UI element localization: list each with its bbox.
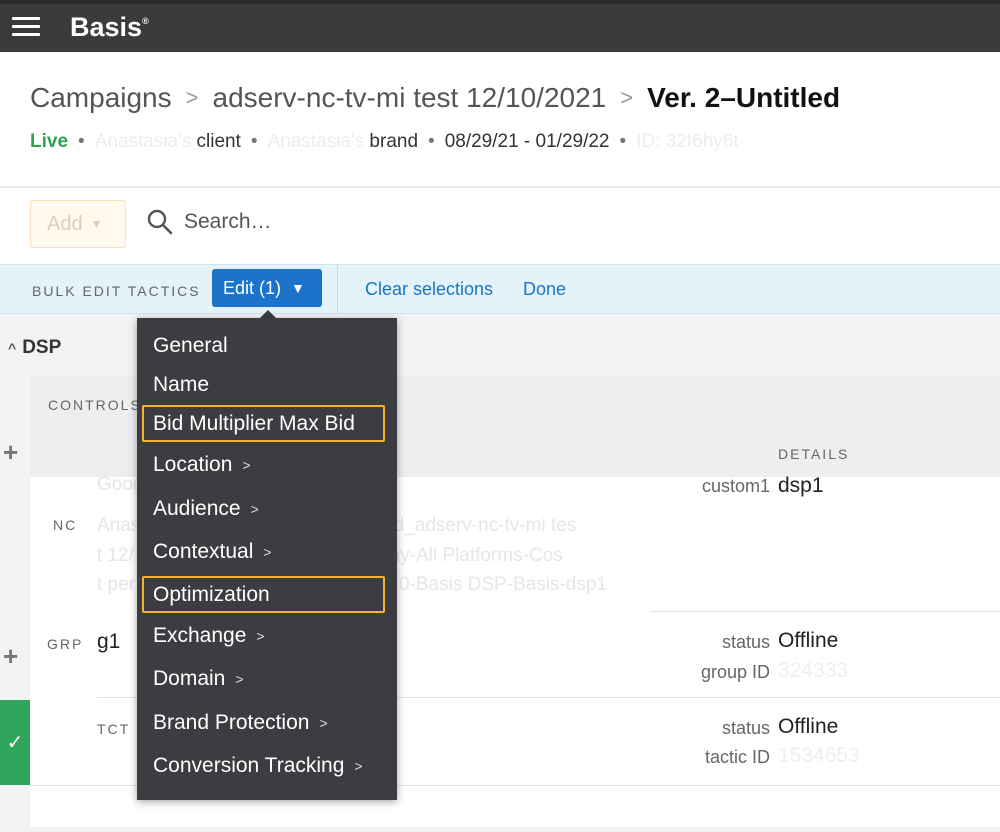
menu-item-brand-protection[interactable]: Brand Protection > [153,711,328,735]
caret-down-icon: ▼ [291,280,305,296]
section-title: DSP [22,337,62,358]
menu-item-exchange[interactable]: Exchange > [153,624,265,648]
menu-item-general[interactable]: General [153,334,228,358]
search-box[interactable] [146,208,484,236]
menu-item-label: Domain [153,667,226,690]
chevron-right-icon: > [242,457,251,473]
tactic-status-value: Offline [778,715,839,738]
top-bar: Basis® [0,0,1000,52]
group-status-label: status [721,632,770,652]
campaign-meta: Live • Anastasia's client • Anastasia's … [30,130,739,154]
done-link[interactable]: Done [523,279,566,300]
plus-icon[interactable]: + [3,437,18,468]
group-id-value: 324333 [778,659,849,682]
search-input[interactable] [184,210,484,234]
edit-button-label: Edit (1) [223,277,282,298]
chevron-right-icon: > [250,501,259,517]
menu-item-optimization[interactable]: Optimization [153,583,270,607]
date-range: 08/29/21 - 01/29/22 [444,131,610,152]
menu-icon[interactable] [12,17,40,39]
row-type-grp: GRP [47,636,84,652]
group-name[interactable]: g1 [97,630,120,654]
menu-item-label: Brand Protection [153,711,310,734]
menu-item-label: Exchange [153,624,247,647]
custom1-label: custom1 [701,476,770,496]
add-button[interactable]: Add ▼ [30,200,126,248]
separator-dot: • [250,131,258,152]
row-type-nc: NC [53,517,78,533]
menu-item-domain[interactable]: Domain > [153,667,244,691]
bulk-edit-bar: BULK EDIT TACTICS [0,264,1000,314]
separator-dot: • [428,131,435,152]
menu-item-label: Contextual [153,540,254,563]
tactic-status-label: status [721,718,770,738]
campaign-id: ID: 32t6hy6t [636,131,739,152]
edit-dropdown-button[interactable]: Edit (1) ▼ [212,269,322,307]
client-name: Anastasia's [94,131,192,152]
chevron-right-icon: > [185,85,199,110]
row-type-tct: TCT [97,721,131,737]
chevron-up-icon[interactable]: ^ [8,340,16,356]
menu-item-label: Optimization [153,583,270,606]
clear-selections-link[interactable]: Clear selections [365,279,493,300]
section-header-dsp[interactable]: ^ DSP [8,337,61,359]
menu-item-bid-multiplier-max-bid[interactable]: Bid Multiplier Max Bid [153,412,355,436]
menu-item-name[interactable]: Name [153,373,209,397]
tactic-id-label: tactic ID [704,747,770,767]
menu-item-conversion-tracking[interactable]: Conversion Tracking > [153,754,363,778]
plus-icon[interactable]: + [3,641,18,672]
menu-item-label: Location [153,453,233,476]
menu-item-label: Name [153,373,210,396]
group-id-label: group ID [700,662,770,682]
breadcrumb: Campaigns > adserv-nc-tv-mi test 12/10/2… [30,80,840,116]
menu-item-audience[interactable]: Audience > [153,497,259,521]
status-badge: Live [30,131,69,152]
client-label: client [196,131,241,152]
caret-down-icon: ▼ [90,217,103,231]
separator-dot: • [78,131,85,152]
group-status-value: Offline [778,629,839,652]
menu-item-label: Audience [153,497,241,520]
brand-name: Anastasia's [267,131,365,152]
breadcrumb-campaign[interactable]: adserv-nc-tv-mi test 12/10/2021 [213,82,607,114]
app-logo[interactable]: Basis® [70,12,149,43]
bulk-edit-label: BULK EDIT TACTICS [32,283,201,299]
chevron-right-icon: > [263,544,272,560]
divider [337,264,338,314]
search-icon [147,209,173,235]
page-title: Ver. 2–Untitled [647,82,841,113]
chevron-right-icon: > [235,671,244,687]
details-column-header: DETAILS [778,446,850,462]
menu-item-label: Conversion Tracking [153,754,345,777]
separator-dot: • [619,131,627,152]
chevron-right-icon: > [620,85,634,110]
divider [0,186,1000,188]
tactic-id-value: 1534653 [778,744,860,767]
breadcrumb-campaigns[interactable]: Campaigns [30,82,172,114]
menu-item-contextual[interactable]: Contextual > [153,540,272,564]
add-button-label: Add [47,212,83,235]
row-divider [650,611,1000,612]
brand-label: brand [369,131,419,152]
menu-item-label: General [153,334,228,357]
chevron-right-icon: > [319,715,328,731]
custom1-value: dsp1 [778,474,824,497]
menu-item-location[interactable]: Location > [153,453,251,477]
check-icon[interactable]: ✓ [0,700,30,785]
controls-column-header: CONTROLS [48,397,142,413]
chevron-right-icon: > [354,758,363,774]
edit-dropdown-menu: General Name Bid Multiplier Max Bid Loca… [137,318,397,800]
app-name: Basis [70,12,143,42]
menu-item-label: Bid Multiplier Max Bid [153,412,355,435]
chevron-right-icon: > [256,628,265,644]
